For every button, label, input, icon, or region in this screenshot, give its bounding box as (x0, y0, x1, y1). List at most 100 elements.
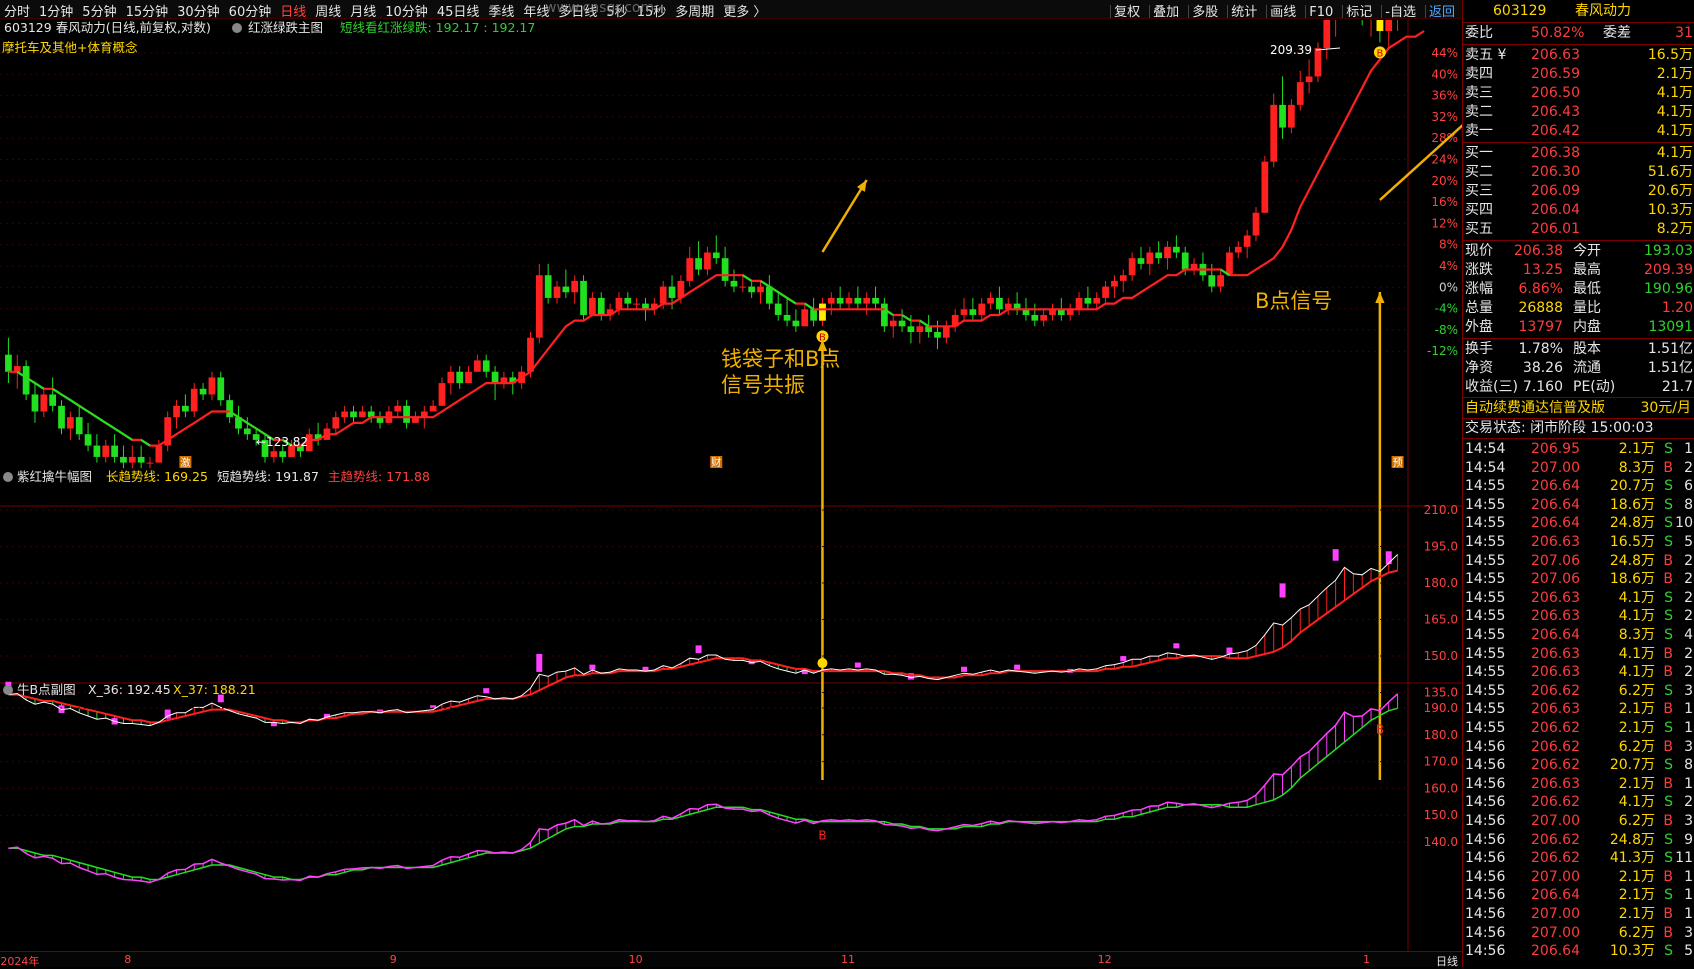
cell: 涨跌 (1465, 262, 1493, 278)
tick-time: 14:55 (1465, 645, 1506, 662)
tick-side: B (1663, 701, 1673, 718)
tick-price: 207.06 (1531, 571, 1580, 588)
sub1-tick-label: 210.0 (1424, 503, 1458, 517)
divider (1463, 44, 1694, 45)
magenta-candle (1332, 549, 1339, 561)
stat-value: 6.86% (1518, 281, 1563, 297)
magenta-candle (1226, 647, 1233, 654)
cell: 最高 (1573, 262, 1601, 278)
magenta-candle (1385, 551, 1392, 565)
period-tab[interactable]: 10分钟 (385, 5, 428, 18)
period-tab[interactable]: 日线 (280, 5, 306, 18)
bid-volume: 51.6万 (1647, 164, 1693, 180)
tool-button[interactable]: 标记 (1342, 5, 1376, 18)
candle-body (279, 451, 287, 457)
candle-body (934, 332, 941, 338)
tool-button[interactable]: 叠加 (1149, 5, 1183, 18)
tick-count: 8 (1684, 496, 1693, 513)
tick-price: 206.63 (1531, 775, 1580, 792)
promo-text: 自动续费通达信普及版 (1465, 400, 1605, 416)
bid-volume: 20.6万 (1647, 183, 1693, 199)
tick-side: B (1663, 868, 1673, 885)
period-tab[interactable]: 45日线 (437, 5, 480, 18)
tick-price: 206.62 (1531, 682, 1580, 699)
tick-volume: 4.1万 (1618, 608, 1655, 625)
ask-volume: 4.1万 (1656, 123, 1693, 139)
candle-body (111, 445, 118, 457)
tick-time: 14:55 (1465, 552, 1506, 569)
period-tab[interactable]: 月线 (350, 5, 376, 18)
candle-body (597, 297, 605, 315)
period-tab[interactable]: 15分钟 (126, 5, 169, 18)
candle-body (863, 297, 871, 304)
candle-body (58, 405, 65, 429)
period-tab[interactable]: 5分钟 (82, 5, 116, 18)
tool-button[interactable]: 多股 (1188, 5, 1222, 18)
tick-time: 14:55 (1465, 478, 1506, 495)
tick-price: 206.63 (1531, 534, 1580, 550)
tool-button[interactable]: 画线 (1266, 5, 1300, 18)
tick-volume: 2.1万 (1618, 441, 1655, 457)
candle-body (1208, 275, 1216, 287)
stat-row: 换手 1.78% 股本 1.51亿 (1463, 340, 1694, 359)
candle-body (562, 286, 570, 293)
candle-body (774, 303, 782, 315)
promo-price: 30元/月 (1640, 400, 1691, 416)
cell: 换手 (1465, 341, 1493, 357)
candle-body (66, 417, 74, 429)
period-tab[interactable]: 周线 (315, 5, 341, 18)
candle-body (173, 405, 180, 418)
y-tick-label: 16% (1431, 195, 1458, 209)
cell: 净资 (1465, 360, 1493, 376)
tick-time: 14:56 (1465, 813, 1506, 829)
tick-volume: 41.3万 (1609, 850, 1655, 867)
tick-price: 206.63 (1531, 701, 1580, 718)
candle-body (40, 394, 48, 412)
tick-row: 14:56 206.62 41.3万 S 11 (1463, 849, 1694, 868)
ask-volume: 16.5万 (1647, 47, 1693, 63)
candle-body (624, 297, 632, 304)
bid-volume: 4.1万 (1656, 145, 1693, 161)
tick-count: 4 (1684, 627, 1693, 643)
quote-header: 603129 春风动力 (1463, 2, 1694, 21)
candle-body (1288, 104, 1295, 128)
period-tab[interactable]: 60分钟 (229, 5, 272, 18)
return-button[interactable]: 返回 (1424, 5, 1458, 18)
candle-body (580, 280, 587, 315)
tick-row: 14:55 206.63 4.1万 B 2 (1463, 663, 1694, 682)
period-tab[interactable]: 1分钟 (39, 5, 73, 18)
tick-count: 2 (1684, 552, 1693, 569)
indicator-toggle-icon (3, 472, 13, 482)
period-tab[interactable]: 30分钟 (177, 5, 220, 18)
candle-body (226, 400, 233, 418)
tool-button[interactable]: 统计 (1227, 5, 1261, 18)
period-tab[interactable]: 分时 (4, 5, 30, 18)
subchart-title: 紫红擒牛幅图 (17, 469, 92, 484)
candle-body (836, 297, 844, 304)
candle-body (1296, 82, 1304, 105)
period-tab[interactable]: 更多 〉 (723, 5, 766, 18)
x37-label: X_37: 188.21 (173, 682, 256, 697)
cell: 内盘 (1573, 319, 1601, 335)
tick-row: 14:55 207.06 18.6万 B 2 (1463, 570, 1694, 589)
tool-button[interactable]: -自选 (1381, 5, 1419, 18)
sub2-tick-label: 180.0 (1424, 728, 1458, 742)
tick-count: 2 (1684, 794, 1693, 811)
period-tab[interactable]: 多周期 (675, 5, 714, 18)
tick-side: S (1664, 515, 1673, 532)
status-row: 交易状态: 闭市阶段 15:00:03 (1463, 419, 1694, 438)
y-tick-label: 32% (1431, 110, 1458, 124)
tool-button[interactable]: F10 (1305, 5, 1337, 18)
candle-body (686, 258, 694, 281)
candle-body (553, 286, 561, 298)
sub1-tick-label: 165.0 (1424, 613, 1458, 627)
tick-count: 2 (1684, 645, 1693, 662)
tick-volume: 18.6万 (1609, 496, 1655, 513)
candle-body (270, 451, 278, 457)
candle-body (1102, 286, 1109, 298)
tool-button[interactable]: 复权 (1110, 5, 1144, 18)
candle-body (969, 309, 977, 315)
candle-body (341, 411, 349, 418)
period-tab[interactable]: 季线 (488, 5, 514, 18)
candle-body (792, 320, 800, 327)
